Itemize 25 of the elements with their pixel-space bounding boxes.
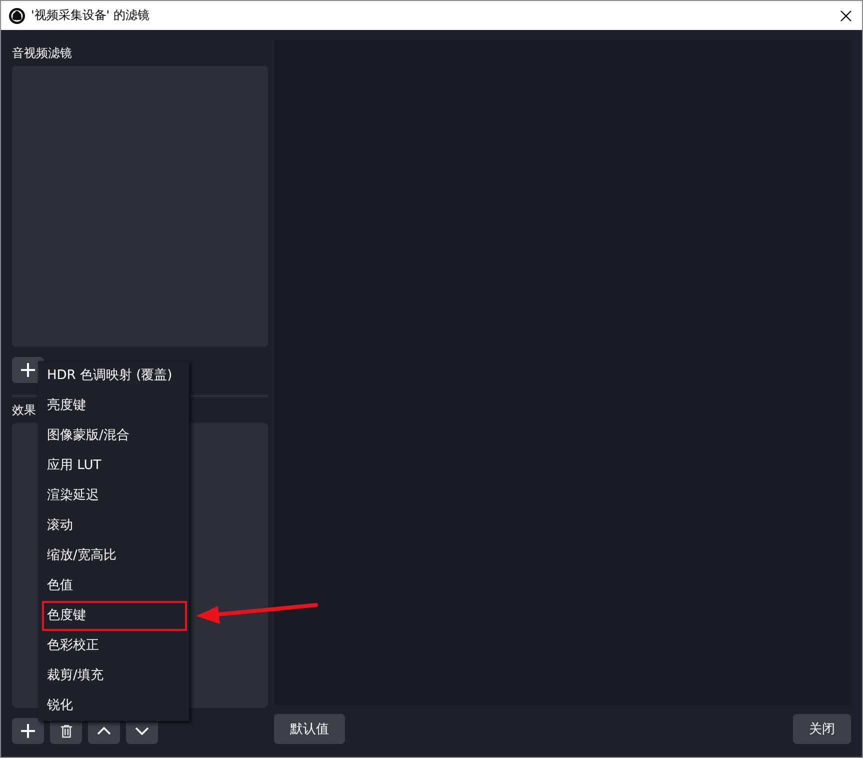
plus-icon [21,724,35,738]
menu-item[interactable]: 缩放/宽高比 [38,541,189,571]
close-button[interactable]: 关闭 [793,714,851,744]
menu-item[interactable]: HDR 色调映射 (覆盖) [38,361,189,391]
add-button[interactable] [12,718,44,744]
menu-item[interactable]: 渲染延迟 [38,481,189,511]
menu-item[interactable]: 应用 LUT [38,451,189,481]
menu-item[interactable]: 滚动 [38,511,189,541]
defaults-button[interactable]: 默认值 [274,714,345,744]
menu-item[interactable]: 色度键 [42,601,187,631]
chevron-up-icon [97,727,111,735]
section-label: 音视频滤镜 [12,45,72,62]
chevron-down-icon [135,727,149,735]
plus-icon [21,363,35,377]
menu-item[interactable]: 裁剪/填充 [38,661,189,691]
menu-item[interactable]: 图像蒙版/混合 [38,421,189,451]
trash-icon [60,724,72,738]
section-label: 效果 [12,402,36,419]
menu-item[interactable]: 色值 [38,571,189,601]
close-icon[interactable] [840,10,852,22]
menu-item[interactable]: 锐化 [38,691,189,721]
menu-item[interactable]: 色彩校正 [38,631,189,661]
window-title: '视频采集设备' 的滤镜 [31,7,150,24]
logo-icon [9,8,25,24]
menu-item[interactable]: 亮度键 [38,391,189,421]
